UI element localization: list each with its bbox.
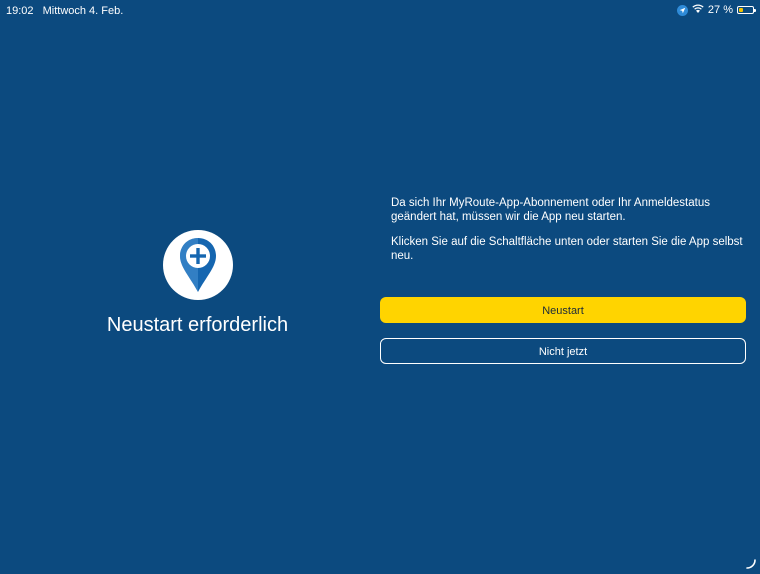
status-left: 19:02 Mittwoch 4. Feb.	[6, 5, 129, 17]
left-panel: Neustart erforderlich	[0, 230, 395, 337]
page-title: Neustart erforderlich	[106, 314, 289, 336]
status-bar: 19:02 Mittwoch 4. Feb. 27 %	[0, 0, 760, 22]
battery-percent: 27 %	[707, 4, 733, 16]
loading-spinner-icon	[746, 556, 756, 569]
restart-button[interactable]: Neustart	[380, 297, 746, 323]
status-date: Mittwoch 4. Feb.	[42, 5, 124, 17]
message-text-2: Klicken Sie auf die Schaltfläche unten o…	[391, 236, 743, 262]
message-text-1: Da sich Ihr MyRoute-App-Abonnement oder …	[391, 197, 710, 223]
not-now-button[interactable]: Nicht jetzt	[380, 338, 746, 364]
status-right: 27 %	[676, 4, 756, 16]
wifi-icon	[692, 4, 704, 16]
status-time: 19:02	[6, 5, 34, 17]
battery-fill	[739, 8, 743, 12]
location-icon	[676, 4, 688, 16]
battery-icon	[737, 6, 756, 14]
dialog-panel: Da sich Ihr MyRoute-App-Abonnement oder …	[380, 196, 746, 364]
map-pin-plus-icon	[162, 230, 233, 300]
